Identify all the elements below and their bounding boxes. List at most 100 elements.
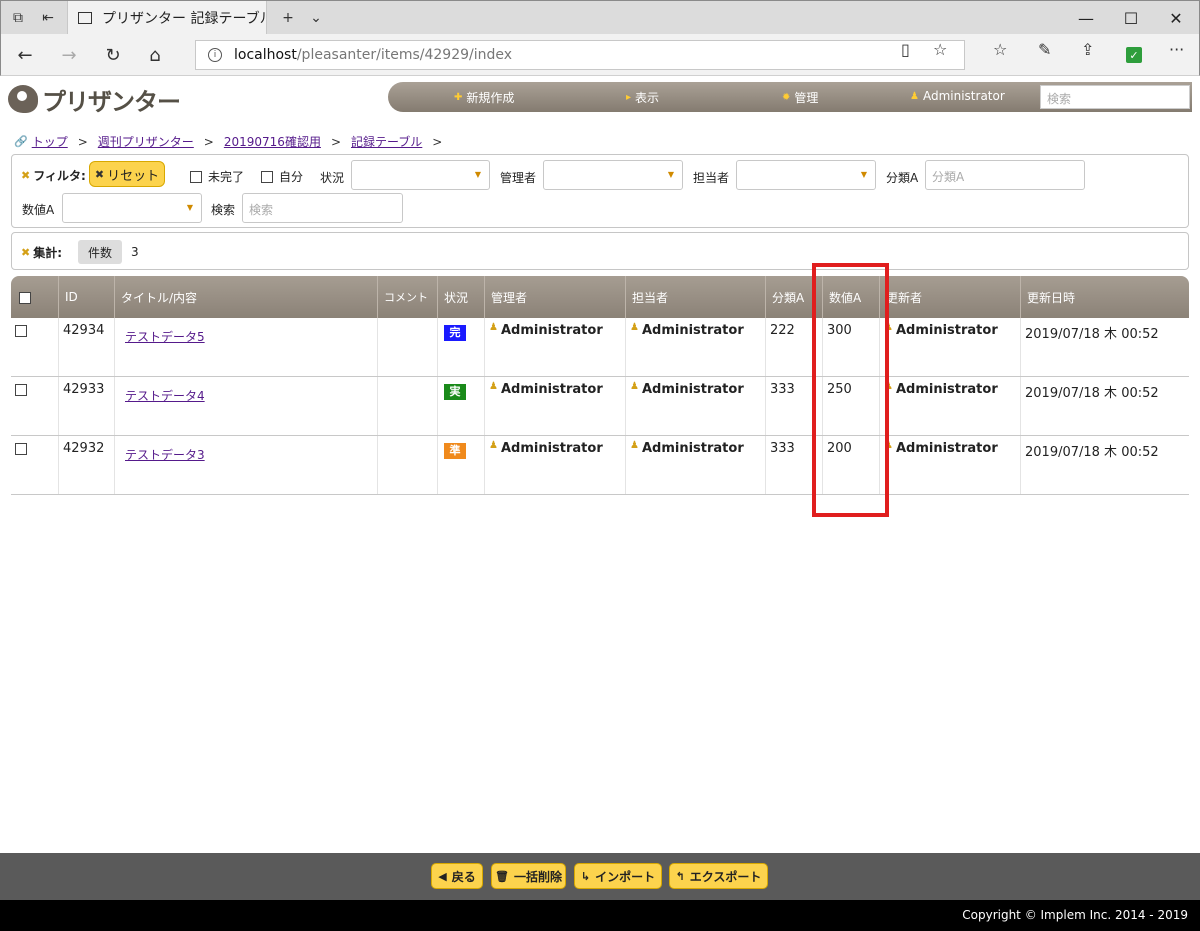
back-button[interactable]: ◀ 戻る: [431, 863, 483, 889]
mine-checkbox[interactable]: 自分: [261, 168, 303, 185]
breadcrumb-site[interactable]: 20190716確認用: [224, 133, 321, 150]
count-badge[interactable]: 件数: [78, 240, 122, 264]
row-checkbox[interactable]: [15, 443, 27, 455]
row-checkbox[interactable]: [15, 384, 27, 396]
close-window-button[interactable]: ✕: [1161, 5, 1191, 31]
checkbox[interactable]: [261, 170, 273, 183]
owner-name: Administrator: [641, 382, 744, 397]
title-link[interactable]: テストデータ3: [125, 446, 205, 463]
address-bar[interactable]: i localhost/pleasanter/items/42929/index: [195, 40, 965, 70]
select-all-checkbox[interactable]: [19, 292, 31, 304]
menu-search-input[interactable]: 検索: [1040, 85, 1190, 109]
incomplete-checkbox[interactable]: 未完了: [190, 168, 244, 185]
reset-label: リセット: [107, 168, 160, 184]
more-icon[interactable]: ···: [1169, 40, 1184, 59]
mine-label: 自分: [279, 170, 304, 184]
user-icon: ♟: [489, 381, 498, 392]
cell-manager: ♟ Administrator: [485, 436, 626, 494]
table-row[interactable]: 42932 テストデータ3 準 ♟ Administrator ♟ Administ…: [11, 436, 1189, 495]
cell-updater: ♟ Administrator: [880, 436, 1021, 494]
breadcrumb-table[interactable]: 記録テーブル: [351, 133, 422, 150]
status-select[interactable]: [351, 160, 490, 190]
manager-filter-label: 管理者: [500, 171, 537, 185]
breadcrumb: 🔗 トップ > 週刊プリザンター > 20190716確認用 > 記録テーブル …: [14, 133, 452, 150]
browser-tab-bar: ⧉ ⇤ プリザンター 記録テーブル : ✕ + ⌄ — ☐ ✕: [0, 0, 1200, 35]
owner-select[interactable]: [736, 160, 876, 190]
menu-manage[interactable]: ✹ 管理: [782, 89, 818, 106]
back-arrow-icon[interactable]: ←: [11, 42, 39, 68]
header-title[interactable]: タイトル/内容: [115, 276, 378, 318]
forward-arrow-icon[interactable]: →: [55, 42, 83, 68]
maximize-button[interactable]: ☐: [1116, 5, 1146, 31]
numA-select[interactable]: [62, 193, 202, 223]
cell-id: 42932: [59, 436, 115, 494]
favorites-list-icon[interactable]: ☆: [993, 40, 1007, 59]
header-updater[interactable]: 更新者: [880, 276, 1021, 318]
set-aside-tabs-icon[interactable]: ⇤: [37, 7, 59, 29]
header-id[interactable]: ID: [59, 276, 115, 318]
favorite-star-icon[interactable]: ☆: [933, 40, 947, 59]
header-comment[interactable]: コメント: [378, 276, 438, 318]
table-row[interactable]: 42934 テストデータ5 完 ♟ Administrator ♟ Administ…: [11, 318, 1189, 377]
status-filter-label: 状況: [320, 171, 345, 185]
manager-select[interactable]: [543, 160, 683, 190]
filter-title[interactable]: ✖ フィルタ:: [21, 167, 86, 184]
header-owner[interactable]: 担当者: [626, 276, 766, 318]
header-updated[interactable]: 更新日時: [1021, 276, 1189, 318]
new-tab-icon[interactable]: +: [277, 7, 299, 29]
share-icon[interactable]: ⇪: [1081, 40, 1094, 59]
cell-updater: ♟ Administrator: [880, 318, 1021, 376]
numA-filter-label: 数値A: [22, 203, 55, 217]
bulk-delete-button[interactable]: 🗑 一括削除: [491, 863, 566, 889]
incomplete-label: 未完了: [208, 170, 245, 184]
cell-manager: ♟ Administrator: [485, 377, 626, 435]
breadcrumb-weekly[interactable]: 週刊プリザンター: [98, 133, 194, 150]
minimize-button[interactable]: —: [1071, 5, 1101, 31]
aggregation-title[interactable]: ✖ 集計:: [21, 244, 62, 261]
logo-text: プリザンター: [42, 87, 181, 116]
tab-actions-icon[interactable]: ⧉: [7, 7, 29, 29]
export-button[interactable]: ↰ エクスポート: [669, 863, 768, 889]
import-button[interactable]: ↳ インポート: [574, 863, 662, 889]
updater-name: Administrator: [895, 382, 998, 397]
plus-icon: ✚: [454, 92, 463, 103]
owner-name: Administrator: [641, 441, 744, 456]
reading-view-icon[interactable]: ▯: [901, 40, 910, 59]
title-link[interactable]: テストデータ4: [125, 387, 205, 404]
url-host: localhost: [234, 47, 297, 63]
cell-title: テストデータ5: [115, 318, 378, 376]
classA-input[interactable]: 分類A: [925, 160, 1085, 190]
refresh-icon[interactable]: ↻: [99, 42, 127, 68]
header-status[interactable]: 状況: [438, 276, 485, 318]
menu-new-label: 新規作成: [466, 91, 515, 105]
pen-icon[interactable]: ✎: [1038, 40, 1051, 59]
row-select-cell: [11, 436, 59, 494]
table-row[interactable]: 42933 テストデータ4 実 ♟ Administrator ♟ Administ…: [11, 377, 1189, 436]
cell-id: 42934: [59, 318, 115, 376]
app-logo[interactable]: プリザンター: [8, 84, 181, 116]
breadcrumb-top[interactable]: トップ: [32, 133, 68, 150]
trash-icon: 🗑: [495, 869, 509, 883]
search-filter-input[interactable]: 検索: [242, 193, 403, 223]
browser-nav-bar: ← → ↻ ⌂ i localhost/pleasanter/items/429…: [0, 34, 1200, 76]
link-icon: 🔗: [14, 135, 28, 148]
back-label: 戻る: [451, 869, 476, 884]
menu-user[interactable]: ♟ Administrator: [910, 89, 1005, 103]
browser-tab[interactable]: プリザンター 記録テーブル : ✕: [67, 1, 267, 35]
menu-new[interactable]: ✚ 新規作成: [454, 89, 514, 106]
title-link[interactable]: テストデータ5: [125, 328, 205, 345]
menu-view-label: 表示: [635, 91, 660, 105]
manager-name: Administrator: [500, 441, 603, 456]
reset-button[interactable]: ✖ リセット: [89, 161, 165, 187]
status-badge: 実: [444, 384, 466, 400]
home-icon[interactable]: ⌂: [141, 42, 169, 68]
menu-view[interactable]: ▸ 表示: [626, 89, 659, 106]
cell-status: 実: [438, 377, 485, 435]
checkbox[interactable]: [190, 170, 202, 183]
header-manager[interactable]: 管理者: [485, 276, 626, 318]
row-checkbox[interactable]: [15, 325, 27, 337]
extension-check-icon[interactable]: ✓: [1126, 47, 1142, 63]
cell-id: 42933: [59, 377, 115, 435]
owner-filter-label: 担当者: [693, 171, 730, 185]
tab-list-chevron-icon[interactable]: ⌄: [305, 7, 327, 29]
